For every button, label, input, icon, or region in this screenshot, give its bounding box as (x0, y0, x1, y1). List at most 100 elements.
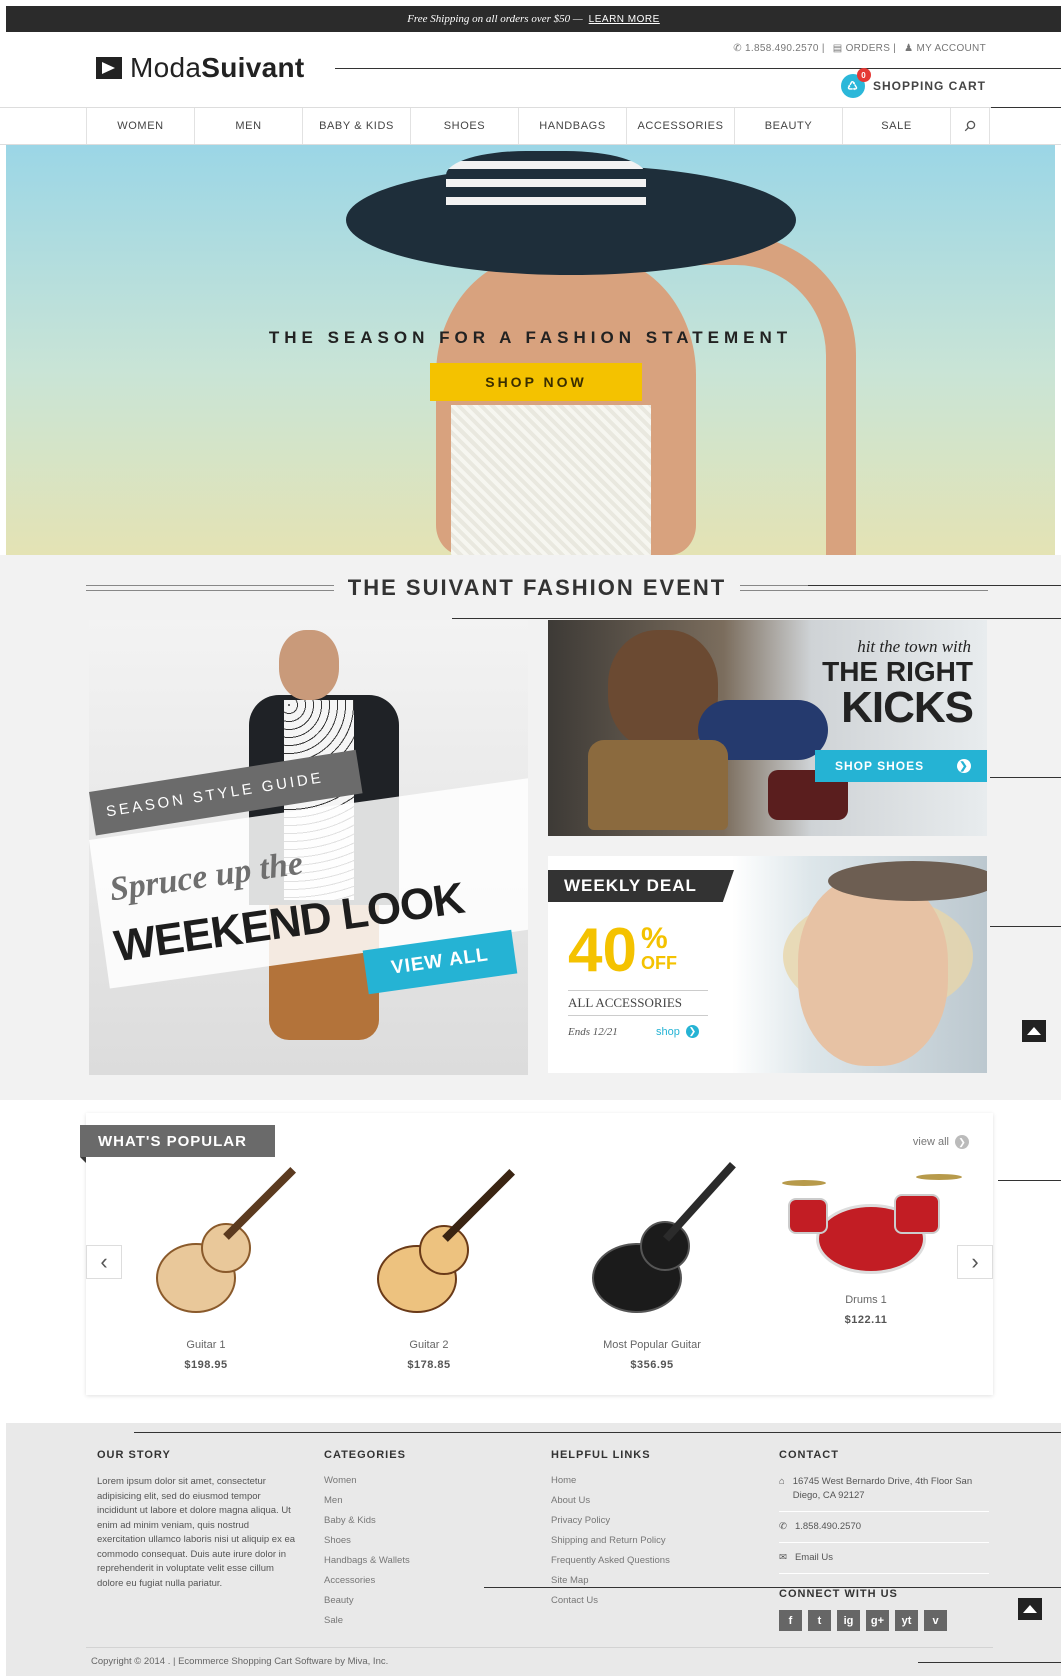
cymbal (916, 1174, 962, 1180)
overlay-line (808, 585, 1061, 586)
site-logo[interactable]: ModaSuivant (96, 52, 304, 84)
weekly-deal-header: WEEKLY DEAL (548, 870, 734, 902)
promo-text: Free Shipping on all orders over $50 — (407, 13, 583, 25)
deal-model-hat (828, 861, 987, 901)
chevron-left-icon: ‹ (100, 1249, 108, 1274)
instagram-icon[interactable]: ig (837, 1610, 860, 1631)
product-card[interactable]: Most Popular Guitar $356.95 (562, 1162, 742, 1371)
cymbal (782, 1180, 826, 1186)
twitter-icon[interactable]: t (808, 1610, 831, 1631)
product-card[interactable]: Drums 1 $122.11 (776, 1118, 962, 1326)
nav-divider (991, 107, 1061, 108)
shop-shoes-button[interactable]: SHOP SHOES ❯ (815, 750, 987, 782)
footer-link-about[interactable]: About Us (551, 1495, 751, 1506)
cart-label: SHOPPING CART (872, 79, 986, 93)
nav-item-accessories[interactable]: ACCESSORIES (626, 108, 734, 144)
utility-links: ✆ 1.858.490.2570 | ▤ ORDERS | ♟ MY ACCOU… (733, 43, 986, 54)
email-text: Email Us (794, 1552, 833, 1563)
footer-link-home[interactable]: Home (551, 1475, 751, 1486)
nav-item-handbags[interactable]: HANDBAGS (518, 108, 626, 144)
tile-model-head (279, 630, 339, 700)
footer-link-accessories[interactable]: Accessories (324, 1575, 504, 1586)
carousel-next-button[interactable]: › (957, 1245, 993, 1279)
page: Free Shipping on all orders over $50 — L… (0, 0, 1061, 1676)
contact-phone[interactable]: ✆ 1.858.490.2570 (779, 1512, 989, 1543)
shopping-cart-link[interactable]: ♺ 0 SHOPPING CART (840, 68, 986, 98)
style-guide-tile[interactable]: SEASON STYLE GUIDE Spruce up the WEEKEND… (89, 620, 528, 1075)
phone-icon: ✆ (779, 1521, 787, 1532)
popular-title: WHAT'S POPULAR (80, 1125, 275, 1163)
footer-link-handbags[interactable]: Handbags & Wallets (324, 1555, 504, 1566)
footer-link-sale[interactable]: Sale (324, 1615, 504, 1626)
footer-link-beauty[interactable]: Beauty (324, 1595, 504, 1606)
phone-text: 1.858.490.2570 (794, 1521, 862, 1532)
deal-model-image (798, 876, 948, 1066)
product-price: $178.85 (407, 1359, 451, 1371)
account-link[interactable]: ♟ MY ACCOUNT (904, 43, 986, 54)
weekly-deal-tile[interactable]: WEEKLY DEAL 40 % OFF ALL ACCESSORIES End… (548, 856, 987, 1073)
google-plus-icon[interactable]: g+ (866, 1610, 889, 1631)
guitar-neck (442, 1168, 516, 1242)
chevron-right-icon: ❯ (685, 1025, 699, 1038)
contact-email[interactable]: ✉ Email Us (779, 1543, 989, 1574)
back-to-top-button[interactable] (1018, 1598, 1042, 1620)
carousel-prev-button[interactable]: ‹ (86, 1245, 122, 1279)
hero-title: THE SEASON FOR A FASHION STATEMENT (268, 328, 793, 347)
footer-heading: CONTACT (779, 1449, 839, 1461)
product-card[interactable]: Guitar 2 $178.85 (339, 1168, 519, 1371)
back-to-top-button[interactable] (1022, 1020, 1046, 1042)
phone-link[interactable]: ✆ 1.858.490.2570 | (733, 43, 824, 54)
learn-more-link[interactable]: LEARN MORE (589, 14, 660, 25)
footer-our-story: OUR STORY Lorem ipsum dolor sit amet, co… (97, 1449, 297, 1591)
footer-heading: CATEGORIES (324, 1449, 406, 1461)
footer-link-baby-kids[interactable]: Baby & Kids (324, 1515, 504, 1526)
deal-shop-link[interactable]: shop ❯ (656, 1025, 699, 1038)
search-icon (964, 120, 976, 132)
footer-link-shoes[interactable]: Shoes (324, 1535, 504, 1546)
footer-heading: OUR STORY (97, 1449, 171, 1461)
footer-link-faq[interactable]: Frequently Asked Questions (551, 1555, 751, 1566)
nav-item-baby-kids[interactable]: BABY & KIDS (302, 108, 410, 144)
popular-products: WHAT'S POPULAR view all ❯ Guitar 1 $198.… (80, 1113, 993, 1395)
footer-link-men[interactable]: Men (324, 1495, 504, 1506)
nav-item-shoes[interactable]: SHOES (410, 108, 518, 144)
nav-item-beauty[interactable]: BEAUTY (734, 108, 842, 144)
hero-banner[interactable]: THE SEASON FOR A FASHION STATEMENT SHOP … (6, 145, 1055, 555)
orders-link[interactable]: ▤ ORDERS | (833, 43, 896, 54)
envelope-icon: ✉ (779, 1552, 787, 1563)
guitar-upper-body (640, 1221, 690, 1271)
logo-mark-icon (96, 57, 122, 79)
footer-categories: CATEGORIES Women Men Baby & Kids Shoes H… (324, 1449, 504, 1635)
footer-link-women[interactable]: Women (324, 1475, 504, 1486)
heading-rule-left (86, 585, 334, 591)
footer-link-shipping[interactable]: Shipping and Return Policy (551, 1535, 751, 1546)
kicks-headline-line1: THE RIGHT (822, 656, 973, 687)
product-price: $356.95 (630, 1359, 674, 1371)
kicks-tile[interactable]: hit the town with THE RIGHT KICKS SHOP S… (548, 620, 987, 836)
shop-now-button[interactable]: SHOP NOW (430, 363, 642, 401)
overlay-line (452, 618, 1061, 619)
deal-percent-number: 40 (568, 916, 637, 985)
product-price: $198.95 (184, 1359, 228, 1371)
deal-category: ALL ACCESSORIES (568, 990, 708, 1016)
footer-link-sitemap[interactable]: Site Map (551, 1575, 751, 1586)
vimeo-icon[interactable]: v (924, 1610, 947, 1631)
tom-drum (788, 1198, 828, 1234)
product-name: Most Popular Guitar (603, 1339, 701, 1351)
nav-item-sale[interactable]: SALE (842, 108, 950, 144)
header-divider (335, 68, 1061, 69)
nav-item-women[interactable]: WOMEN (86, 108, 194, 144)
logo-text: ModaSuivant (130, 52, 305, 83)
shop-shoes-label: SHOP SHOES (835, 759, 925, 773)
footer-link-contact[interactable]: Contact Us (551, 1595, 751, 1606)
product-card[interactable]: Guitar 1 $198.95 (116, 1166, 297, 1371)
nav-item-men[interactable]: MEN (194, 108, 302, 144)
facebook-icon[interactable]: f (779, 1610, 802, 1631)
youtube-icon[interactable]: yt (895, 1610, 918, 1631)
hero-model-arm (656, 235, 856, 555)
user-icon: ♟ (904, 43, 914, 54)
deal-shop-label: shop (656, 1025, 680, 1038)
search-button[interactable] (950, 108, 990, 144)
deal-percent-sign: % (640, 922, 668, 955)
footer-link-privacy[interactable]: Privacy Policy (551, 1515, 751, 1526)
